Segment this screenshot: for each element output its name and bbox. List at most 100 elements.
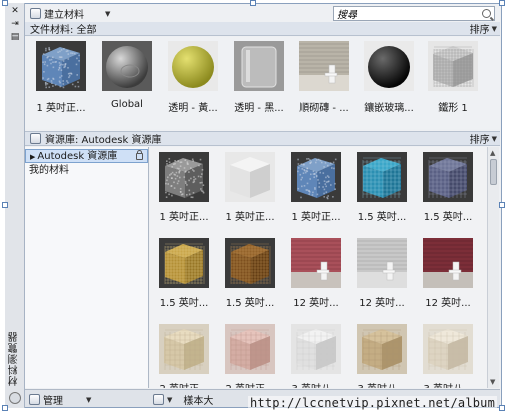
doc-material-item[interactable]: 1 英吋正... [30, 41, 92, 121]
library-material-label: 1.5 英吋... [357, 212, 407, 223]
chevron-down-icon: ▼ [167, 395, 173, 404]
library-sort-label: 排序 [469, 135, 490, 146]
palette-title: 材料瀏覽器 [9, 331, 20, 386]
library-swatch-2 [291, 152, 341, 202]
doc-material-item[interactable]: 透明 - 黑... [228, 41, 290, 121]
doc-material-swatch-4 [299, 41, 349, 91]
library-material-label: 2 英吋正... [216, 380, 284, 388]
library-material-item[interactable]: 12 英吋... [414, 233, 480, 319]
library-material-label: 1 英吋正... [159, 212, 209, 223]
library-material-label: 1.5 英吋... [225, 298, 275, 309]
chevron-down-icon: ▼ [491, 24, 497, 33]
resize-grip-left[interactable] [2, 202, 8, 208]
resize-grip-top-right[interactable] [499, 0, 505, 6]
doc-material-swatch-2 [168, 41, 218, 91]
search-box[interactable] [333, 6, 495, 21]
scroll-down-icon[interactable]: ▼ [490, 378, 495, 386]
resize-grip-right[interactable] [499, 202, 505, 208]
lock-icon [136, 150, 143, 160]
doc-material-swatch-0 [36, 41, 86, 91]
library-material-item[interactable]: 3 英吋八... [282, 319, 348, 388]
library-scrollbar[interactable]: ▲ ▼ [487, 147, 499, 388]
resize-grip-bottom-right[interactable] [499, 405, 505, 411]
library-material-item[interactable]: 2 英吋正... [216, 319, 282, 388]
library-material-item[interactable]: 2 英吋正... [150, 319, 216, 388]
library-swatch-0 [159, 152, 209, 202]
doc-material-label: 鐵形 1 [438, 103, 468, 114]
manage-icon [29, 394, 40, 405]
palette-menu-icon[interactable] [9, 392, 21, 404]
doc-material-label: 1 英吋正... [36, 103, 86, 114]
library-material-label: 3 英吋八... [348, 380, 416, 388]
library-tree: ▶ Autodesk 資源庫 我的材料 [25, 147, 149, 388]
document-materials-filter[interactable]: 文件材料: 全部 [30, 21, 97, 36]
library-title: 資源庫: Autodesk 資源庫 [45, 135, 162, 146]
library-swatch-12 [291, 324, 341, 374]
library-material-item[interactable]: 3 英吋八... [348, 319, 414, 388]
library-swatch-11 [225, 324, 275, 374]
autohide-icon[interactable]: ⇥ [10, 19, 20, 29]
resize-grip-bottom-left[interactable] [2, 405, 8, 411]
library-material-item[interactable]: 1.5 英吋... [150, 233, 216, 319]
library-swatch-10 [159, 324, 209, 374]
view-grid-icon [153, 394, 164, 405]
doc-material-swatch-6 [428, 41, 478, 91]
watermark-text: http://lccnetvip.pixnet.net/album [248, 396, 498, 410]
library-swatch-3 [357, 152, 407, 202]
create-material-button[interactable]: 建立材料 ▼ [30, 6, 110, 21]
resize-grip-top-left[interactable] [2, 0, 8, 6]
library-tree-toggle-icon[interactable] [30, 133, 41, 144]
library-swatch-7 [291, 238, 341, 288]
library-sort-button[interactable]: 排序 ▼ [469, 131, 497, 147]
scroll-thumb[interactable] [490, 159, 497, 185]
resize-grip-top[interactable] [250, 0, 256, 6]
library-material-label: 1.5 英吋... [423, 212, 473, 223]
library-swatch-8 [357, 238, 407, 288]
library-swatch-4 [423, 152, 473, 202]
library-material-label: 12 英吋... [293, 298, 339, 309]
library-material-item[interactable]: 1.5 英吋... [414, 147, 480, 233]
search-input[interactable] [337, 7, 477, 20]
scroll-up-icon[interactable]: ▲ [490, 149, 495, 157]
doc-material-label: 透明 - 黑... [234, 103, 284, 114]
search-icon[interactable] [482, 9, 491, 18]
doc-material-item[interactable]: 鐵形 1 [422, 41, 484, 121]
doc-material-swatch-5 [364, 41, 414, 91]
library-material-item[interactable]: 12 英吋... [348, 233, 414, 319]
view-size-control[interactable]: ▼ 樣本大 [153, 392, 213, 407]
library-swatch-14 [423, 324, 473, 374]
tree-item-my-materials[interactable]: 我的材料 [25, 164, 148, 178]
library-swatch-1 [225, 152, 275, 202]
doc-sort-button[interactable]: 排序 ▼ [470, 21, 497, 37]
properties-icon[interactable]: ▤ [10, 32, 20, 42]
doc-material-item[interactable]: 順砌磚 - ... [293, 41, 355, 121]
library-material-item[interactable]: 1.5 英吋... [348, 147, 414, 233]
chevron-down-icon: ▼ [86, 395, 92, 404]
library-material-item[interactable]: 1 英吋正... [216, 147, 282, 233]
doc-material-label: Global [111, 99, 143, 110]
library-swatch-6 [225, 238, 275, 288]
library-material-item[interactable]: 1 英吋正... [282, 147, 348, 233]
library-material-label: 1 英吋正... [225, 212, 275, 223]
doc-material-item[interactable]: Global [96, 41, 158, 121]
library-material-label: 1.5 英吋... [159, 298, 209, 309]
library-material-label: 3 英吋八... [414, 380, 482, 388]
library-material-item[interactable]: 12 英吋... [282, 233, 348, 319]
tree-item-autodesk-library[interactable]: ▶ Autodesk 資源庫 [25, 149, 148, 163]
library-material-item[interactable]: 1.5 英吋... [216, 233, 282, 319]
doc-material-item[interactable]: 鑲嵌玻璃... [358, 41, 420, 121]
library-material-item[interactable]: 1 英吋正... [150, 147, 216, 233]
expand-arrow-icon[interactable]: ▶ [30, 153, 35, 161]
doc-material-item[interactable]: 透明 - 黃... [162, 41, 224, 121]
library-material-label: 12 英吋... [425, 298, 471, 309]
library-swatch-13 [357, 324, 407, 374]
doc-material-label: 透明 - 黃... [168, 103, 218, 114]
manage-button[interactable]: 管理 ▼ [29, 392, 91, 407]
library-material-item[interactable]: 3 英吋八... [414, 319, 480, 388]
tree-item-label: 我的材料 [29, 165, 69, 176]
library-swatch-9 [423, 238, 473, 288]
chevron-down-icon[interactable]: ▼ [105, 10, 110, 18]
doc-material-swatch-1 [102, 41, 152, 91]
chevron-down-icon: ▼ [491, 134, 497, 143]
close-icon[interactable]: ✕ [10, 6, 20, 16]
